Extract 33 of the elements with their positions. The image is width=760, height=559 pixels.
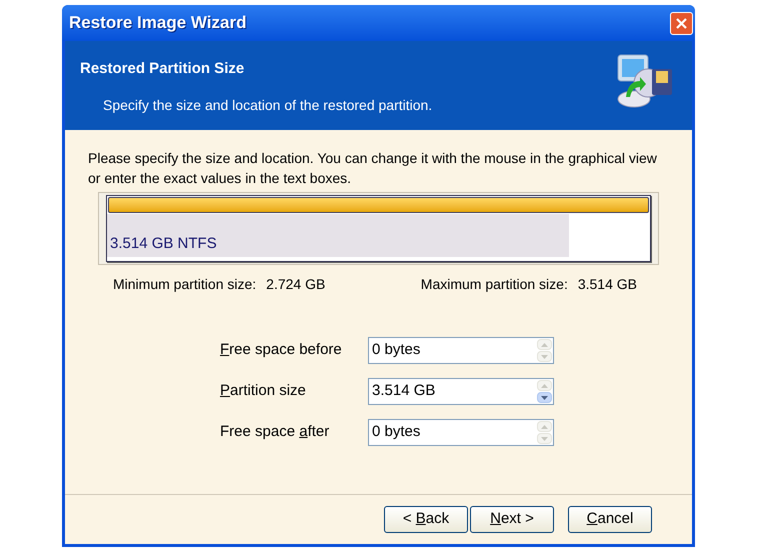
- field-label: Free space before: [220, 340, 343, 360]
- partition-block[interactable]: 3.514 GB NTFS: [106, 195, 651, 262]
- spin-field[interactable]: 3.514 GB: [368, 378, 554, 405]
- down-arrow-icon: [541, 354, 548, 358]
- wizard-button[interactable]: < Back: [384, 506, 468, 533]
- spin-up-button[interactable]: [537, 339, 552, 350]
- up-arrow-icon: [541, 424, 548, 428]
- value-input[interactable]: 0 bytes: [372, 339, 537, 362]
- header-title: Restored Partition Size: [80, 59, 246, 79]
- spin-field[interactable]: 0 bytes: [368, 419, 554, 446]
- spin-up-button[interactable]: [537, 421, 552, 432]
- instructions-text: Please specify the size and location. You can change it with the mouse in the graphical view or enter the exact values in the text boxes.: [88, 149, 658, 188]
- value-input[interactable]: 0 bytes: [372, 421, 537, 444]
- header-subtitle: Specify the size and location of the restored partition.: [103, 96, 432, 115]
- spin-field[interactable]: 0 bytes: [368, 337, 554, 364]
- spin-down-button[interactable]: [537, 392, 552, 403]
- up-arrow-icon: [541, 342, 548, 346]
- close-button[interactable]: [670, 12, 693, 34]
- down-arrow-icon: [541, 396, 548, 400]
- field-label: Partition size: [220, 381, 307, 402]
- close-icon: [676, 18, 687, 28]
- value-input[interactable]: 3.514 GB: [372, 380, 537, 403]
- limit-value: 2.724 GB: [266, 275, 326, 294]
- down-arrow-icon: [541, 436, 548, 440]
- limit-value: 3.514 GB: [578, 275, 637, 294]
- wizard-button[interactable]: Next >: [470, 506, 554, 533]
- up-arrow-icon: [541, 384, 548, 388]
- partition-label: 3.514 GB NTFS: [110, 234, 217, 254]
- field-label: Free space after: [220, 422, 330, 442]
- window-title: Restore Image Wizard: [69, 12, 246, 34]
- limit-label: Maximum partition size:: [420, 275, 568, 294]
- wizard-button[interactable]: Cancel: [568, 506, 652, 533]
- limit-label: Minimum partition size:: [113, 275, 256, 294]
